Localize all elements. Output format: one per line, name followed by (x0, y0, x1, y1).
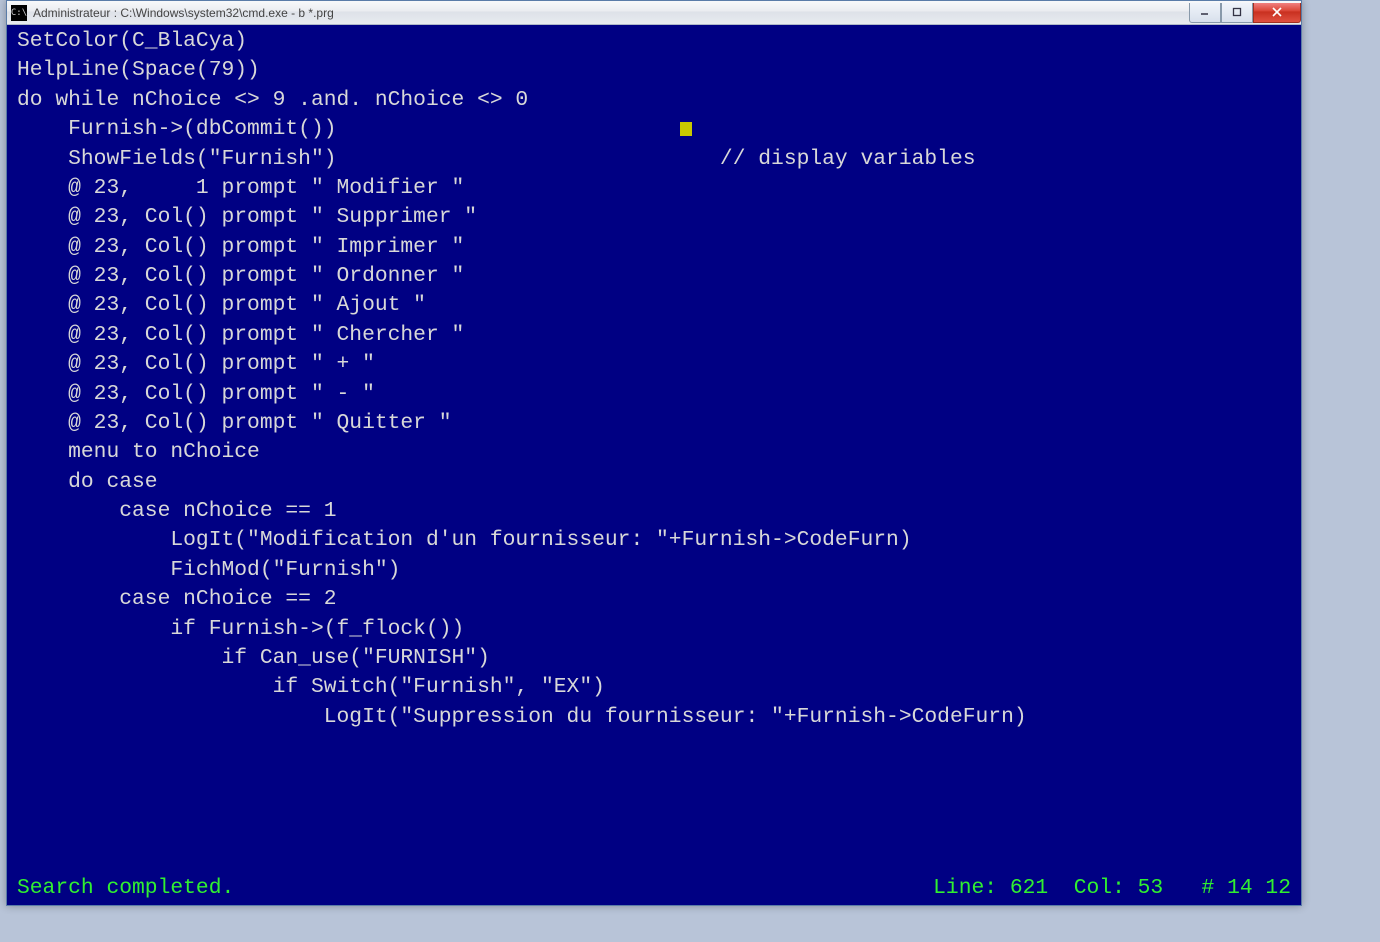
maximize-button[interactable] (1221, 3, 1253, 23)
window-controls (1189, 3, 1301, 23)
code-line: @ 23, Col() prompt " Ajout " (17, 291, 1291, 320)
cmd-window: C:\ Administrateur : C:\Windows\system32… (6, 0, 1302, 906)
terminal-area[interactable]: SetColor(C_BlaCya)HelpLine(Space(79))do … (7, 25, 1301, 905)
code-line: FichMod("Furnish") (17, 556, 1291, 585)
code-line: case nChoice == 1 (17, 497, 1291, 526)
code-line: do case (17, 468, 1291, 497)
code-line: @ 23, Col() prompt " Quitter " (17, 409, 1291, 438)
code-line: @ 23, Col() prompt " Ordonner " (17, 262, 1291, 291)
code-line: @ 23, Col() prompt " - " (17, 380, 1291, 409)
code-line: if Can_use("FURNISH") (17, 644, 1291, 673)
code-line: @ 23, Col() prompt " Imprimer " (17, 233, 1291, 262)
code-line: LogIt("Suppression du fournisseur: "+Fur… (17, 703, 1291, 732)
status-position: Line: 621 Col: 53 # 14 12 (933, 874, 1291, 903)
close-button[interactable] (1253, 3, 1301, 23)
code-line: @ 23, Col() prompt " Chercher " (17, 321, 1291, 350)
code-line: Furnish->(dbCommit()) (17, 115, 1291, 144)
code-line: menu to nChoice (17, 438, 1291, 467)
code-line: SetColor(C_BlaCya) (17, 27, 1291, 56)
code-line: do while nChoice <> 9 .and. nChoice <> 0 (17, 86, 1291, 115)
code-line: ShowFields("Furnish") // display variabl… (17, 145, 1291, 174)
code-line: @ 23, Col() prompt " + " (17, 350, 1291, 379)
code-line: HelpLine(Space(79)) (17, 56, 1291, 85)
code-block: SetColor(C_BlaCya)HelpLine(Space(79))do … (17, 27, 1291, 732)
window-title: Administrateur : C:\Windows\system32\cmd… (33, 6, 1189, 20)
status-message: Search completed. (17, 874, 234, 903)
code-line: if Switch("Furnish", "EX") (17, 673, 1291, 702)
titlebar[interactable]: C:\ Administrateur : C:\Windows\system32… (7, 1, 1301, 25)
text-cursor (680, 122, 692, 136)
minimize-button[interactable] (1189, 3, 1221, 23)
cmd-icon: C:\ (11, 5, 27, 21)
code-line: @ 23, Col() prompt " Supprimer " (17, 203, 1291, 232)
code-line: LogIt("Modification d'un fournisseur: "+… (17, 526, 1291, 555)
code-line: case nChoice == 2 (17, 585, 1291, 614)
code-line: @ 23, 1 prompt " Modifier " (17, 174, 1291, 203)
status-line: Search completed. Line: 621 Col: 53 # 14… (17, 874, 1291, 903)
code-line: if Furnish->(f_flock()) (17, 615, 1291, 644)
